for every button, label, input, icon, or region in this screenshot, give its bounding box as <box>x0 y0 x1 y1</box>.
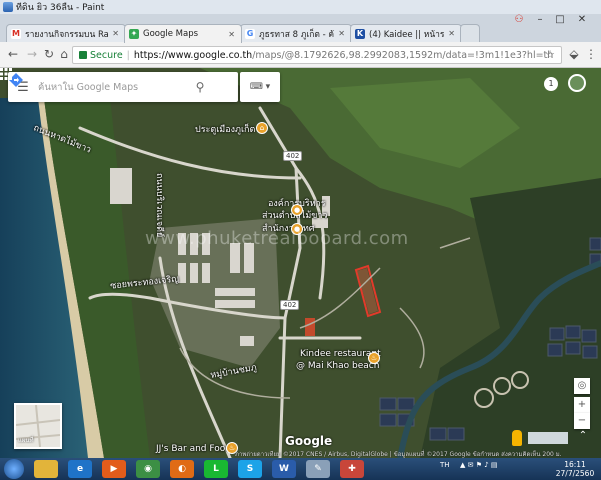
clock-date: 27/7/2560 <box>555 469 595 478</box>
home-icon[interactable]: ⌂ <box>57 47 71 61</box>
media-icon[interactable]: ▶ <box>102 460 126 478</box>
route-shield: 402 <box>280 300 300 310</box>
imagery-strip[interactable] <box>528 432 568 444</box>
my-location-button[interactable]: ◎ <box>574 378 590 394</box>
maximize-button[interactable]: □ <box>551 14 569 25</box>
paint-app-icon <box>3 2 13 12</box>
route-shield: 402 <box>283 151 303 161</box>
tab-label: ภูธรทาส 8 ภูเก็ต - ค้นหาด้วย <box>259 29 335 40</box>
paint-titlebar: ทีดิน ยิว 36ลืน - Paint <box>0 0 601 14</box>
word-icon[interactable]: W <box>272 460 296 478</box>
tab-kaidee[interactable]: K (4) Kaidee || หน้ารวมโฆษณ ✕ <box>350 24 462 42</box>
paint-brush-icon[interactable]: ✎ <box>306 460 330 478</box>
firefox-icon[interactable]: ◐ <box>170 460 194 478</box>
close-icon[interactable]: ✕ <box>338 29 345 38</box>
menu-dots-icon[interactable]: ⋮ <box>584 47 598 61</box>
windows-taskbar: e ▶ ◉ ◐ L S W ✎ ✚ TH ▲ ✉ ⚑ ♪ ▤ 16:11 27/7/2560 <box>0 458 601 480</box>
tab-gmail[interactable]: M รายงานกิจกรรมบน Rateit ✕ <box>6 24 126 42</box>
zoom-out-button[interactable]: − <box>574 413 590 429</box>
pegman-icon[interactable] <box>512 430 522 446</box>
landmark-poi-icon[interactable]: ⌂ <box>256 122 268 134</box>
extension-puzzle-icon[interactable]: ⬙ <box>567 47 581 61</box>
input-tools-button[interactable]: ⌨ ▾ <box>240 72 280 102</box>
zoom-in-button[interactable]: + <box>574 397 590 413</box>
search-icon[interactable]: ⚲ <box>188 80 212 94</box>
layer-label: แผนที่ <box>18 437 34 444</box>
close-icon[interactable]: ✕ <box>228 30 235 39</box>
divider: | <box>126 49 130 61</box>
tab-label: (4) Kaidee || หน้ารวมโฆษณ <box>369 29 445 40</box>
directions-icon[interactable] <box>9 73 234 98</box>
tab-label: รายงานกิจกรรมบน Rateit <box>25 29 108 40</box>
ie-icon[interactable]: e <box>68 460 92 478</box>
language-indicator[interactable]: TH <box>440 461 450 469</box>
kaidee-icon: K <box>355 28 365 39</box>
start-button[interactable] <box>4 459 24 479</box>
apps-grid-icon[interactable] <box>0 68 12 80</box>
image-icon[interactable]: ✚ <box>340 460 364 478</box>
notification-badge[interactable]: 1 <box>544 77 558 91</box>
map-layer-toggle[interactable]: แผนที่ <box>14 403 62 449</box>
satellite-map[interactable]: ประตูเมืองภูเก็ต ⌂ องค์การบริหาร ส่วนตำบ… <box>0 68 601 458</box>
line-icon[interactable]: L <box>204 460 228 478</box>
satellite-imagery <box>0 68 601 458</box>
forward-icon[interactable]: → <box>25 47 39 61</box>
google-logo: Google <box>285 434 333 448</box>
new-tab-button[interactable] <box>460 24 480 42</box>
keyboard-icon: ⌨ ▾ <box>249 82 271 92</box>
reload-icon[interactable]: ↻ <box>42 47 56 61</box>
url-path: /maps/@8.1792626,98.2992083,1592m/data=!… <box>252 49 554 61</box>
tab-label: Google Maps <box>143 29 199 39</box>
back-icon[interactable]: ← <box>6 47 20 61</box>
map-label-gate[interactable]: ประตูเมืองภูเก็ต <box>195 122 255 136</box>
system-clock[interactable]: 16:11 27/7/2560 <box>553 460 597 478</box>
chrome-icon[interactable]: ◉ <box>136 460 160 478</box>
location-target-icon: ◎ <box>577 380 587 391</box>
map-label-restaurant-beach[interactable]: @ Mai Khao beach <box>296 361 379 371</box>
bookmark-star-icon[interactable]: ☆ <box>545 48 555 61</box>
government-poi-icon[interactable]: ● <box>291 204 303 216</box>
omnibox[interactable]: Secure | https://www.google.co.th /maps/… <box>72 46 562 64</box>
extension-icon[interactable]: ⚇ <box>510 14 528 25</box>
map-label-bar[interactable]: JJ's Bar and Food <box>156 444 231 454</box>
close-icon[interactable]: ✕ <box>448 29 455 38</box>
skype-icon[interactable]: S <box>238 460 262 478</box>
maps-icon: ✦ <box>129 29 139 39</box>
watermark-text: www.phuketrealbooard.com <box>145 228 409 249</box>
lock-icon <box>79 51 87 59</box>
close-icon[interactable]: ✕ <box>112 29 119 38</box>
google-icon: G <box>245 28 255 39</box>
tab-google-search[interactable]: G ภูธรทาส 8 ภูเก็ต - ค้นหาด้วย ✕ <box>240 24 352 42</box>
search-input[interactable]: ค้นหาใน Google Maps <box>38 80 188 95</box>
expand-icon[interactable]: ⌃ <box>576 430 590 444</box>
window-close-button[interactable]: ✕ <box>573 14 591 25</box>
secure-label: Secure <box>90 49 123 61</box>
minimize-button[interactable]: – <box>531 14 549 25</box>
url-host: https://www.google.co.th <box>133 49 253 61</box>
folder-icon[interactable] <box>34 460 58 478</box>
paint-window-title: ทีดิน ยิว 36ลืน - Paint <box>16 3 105 13</box>
tab-google-maps[interactable]: ✦ Google Maps ✕ <box>124 24 242 43</box>
red-roof <box>305 318 315 336</box>
restaurant-poi-icon[interactable]: ♨ <box>368 352 380 364</box>
browser-toolbar: ← → ↻ ⌂ Secure | https://www.google.co.t… <box>0 42 601 68</box>
system-tray-icons[interactable]: ▲ ✉ ⚑ ♪ ▤ <box>460 461 498 469</box>
gmail-icon: M <box>11 28 21 39</box>
map-attribution: ภาพถ่ายดาวเทียม ©2017 CNES / Airbus, Dig… <box>235 451 562 458</box>
map-search-box[interactable]: ☰ ค้นหาใน Google Maps ⚲ <box>8 72 238 102</box>
clock-time: 16:11 <box>564 460 586 469</box>
avatar[interactable] <box>568 74 586 92</box>
